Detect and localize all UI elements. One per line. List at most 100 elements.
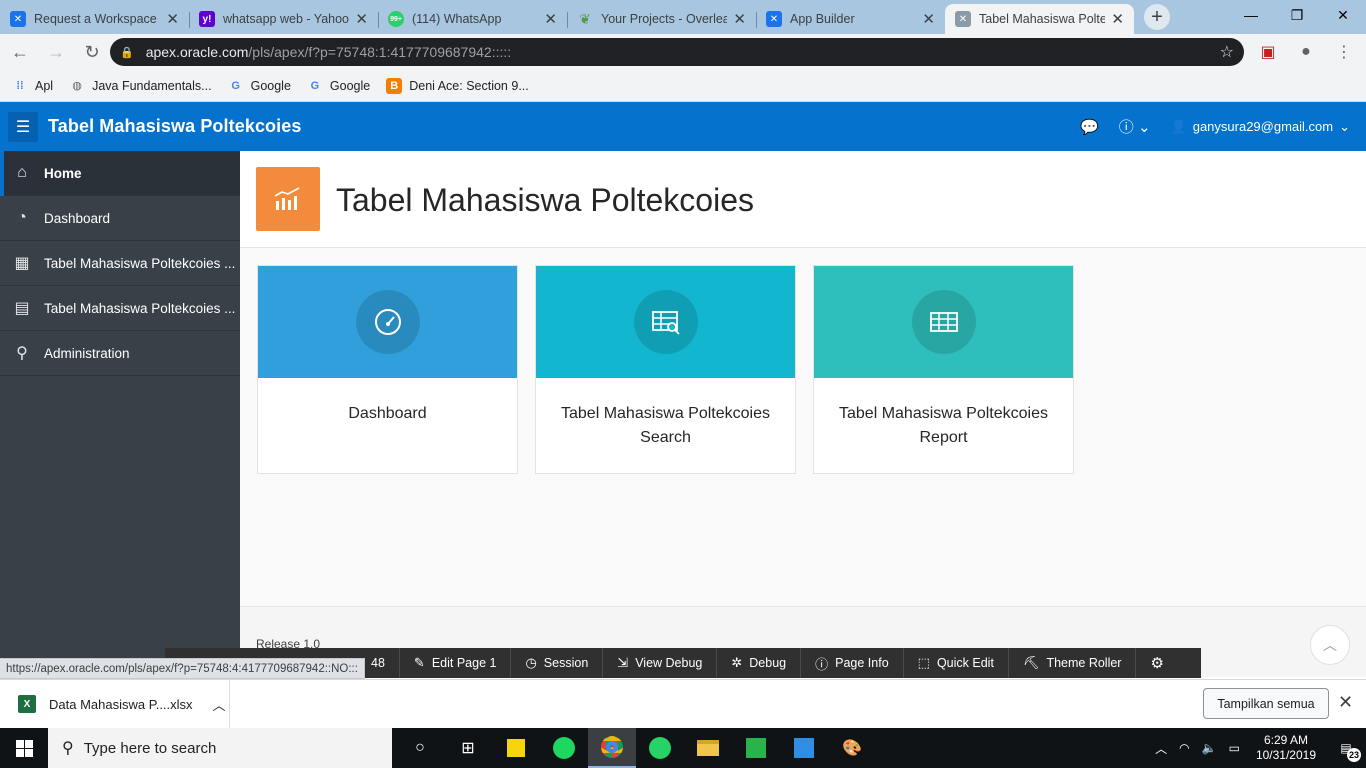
close-icon[interactable]: ✕ [166,10,179,28]
app-title[interactable]: Tabel Mahasiswa Poltekcoies [48,116,301,137]
menu-toggle-button[interactable]: ☰ [8,111,38,142]
clock[interactable]: 6:29 AM 10/31/2019 [1256,733,1316,763]
bookmark-item[interactable]: G Google [307,78,371,94]
camtasia-icon[interactable] [732,728,780,768]
timeline-icon[interactable]: ⊞ [444,728,492,768]
file-explorer-icon[interactable] [684,728,732,768]
close-icon[interactable]: ✕ [544,10,557,28]
lock-icon: 🔒 [120,46,134,59]
browser-tab-active[interactable]: ✕ Tabel Mahasiswa Poltek ✕ [945,4,1134,34]
clock-time: 6:29 AM [1263,733,1308,747]
card-report[interactable]: Tabel Mahasiswa Poltekcoies Report [813,265,1074,474]
new-tab-button[interactable]: + [1144,4,1170,30]
quick-edit-button[interactable]: ⬚ Quick Edit [902,648,1008,678]
paint-roller-icon: ⛏ [1022,655,1040,670]
theme-roller-button[interactable]: ⛏ Theme Roller [1007,648,1136,678]
reload-button[interactable]: ↻ [76,36,108,68]
dev-label: Edit Page 1 [431,656,497,670]
sidebar-item-administration[interactable]: ⚲ Administration [0,331,240,376]
volume-icon[interactable]: 🔈 [1202,741,1217,755]
session-button[interactable]: ◷ Session [510,648,602,678]
browser-tab[interactable]: 99+ (114) WhatsApp ✕ [378,4,567,34]
bookmark-item[interactable]: ◍ Java Fundamentals... [69,78,211,94]
wifi-icon[interactable]: ◠ [1179,741,1189,755]
card-search[interactable]: Tabel Mahasiswa Poltekcoies Search [535,265,796,474]
bookmark-item[interactable]: B Deni Ace: Section 9... [386,77,529,94]
notification-center-icon[interactable]: ▤ 23 [1326,728,1366,768]
clock-date: 10/31/2019 [1255,748,1316,762]
sidebar-item-label: Tabel Mahasiswa Poltekcoies ... [44,300,236,316]
restore-icon[interactable]: ❐ [1274,0,1320,30]
task-view-icon[interactable]: ○ [396,728,444,768]
feedback-icon[interactable]: 💬 [1080,118,1099,136]
close-window-icon[interactable]: ✕ [1320,0,1366,30]
close-icon[interactable]: ✕ [1111,10,1124,28]
sidebar-item-home[interactable]: ⌂ Home [0,151,240,196]
bookmark-label: Deni Ace: Section 9... [409,78,529,93]
windows-start-icon[interactable] [0,728,48,768]
status-url-bubble: https://apex.oracle.com/pls/apex/f?p=757… [0,658,365,679]
close-icon[interactable]: ✕ [733,10,746,28]
close-icon[interactable]: ✕ [355,10,368,28]
debug-button[interactable]: ✲ Debug [716,648,800,678]
menu-icon[interactable]: ⋮ [1328,36,1360,68]
address-bar[interactable]: 🔒 apex.oracle.com/pls/apex/f?p=75748:1:4… [110,38,1244,66]
view-debug-button[interactable]: ⇲ View Debug [602,648,716,678]
minimize-icon[interactable]: — [1228,0,1274,30]
extension-icon[interactable]: ▣ [1252,36,1284,68]
bookmark-item[interactable]: ⁞⁞ Apl [12,78,53,94]
chevron-up-icon[interactable]: ︿ [1155,740,1167,757]
browser-tab[interactable]: ✕ App Builder ✕ [756,4,945,34]
clock-icon: ◷ [525,655,537,670]
card-dashboard[interactable]: Dashboard [257,265,518,474]
battery-icon[interactable]: ▭ [1229,741,1240,755]
extensions-area: ▣ ● ⋮ [1252,34,1366,70]
back-button[interactable]: ← [4,36,36,68]
table-search-icon [633,290,698,354]
search-placeholder: Type here to search [83,739,217,757]
browser-toolbar: ← → ↻ 🔒 apex.oracle.com/pls/apex/f?p=757… [0,34,1366,70]
sidebar-item-label: Home [44,165,82,181]
dev-label: View Debug [635,656,703,670]
browser-tab[interactable]: ✕ Request a Workspace - ✕ [0,4,189,34]
tab-title: Your Projects - Overleaf [601,12,728,26]
browser-tab[interactable]: ❦ Your Projects - Overleaf ✕ [567,4,756,34]
page-info-button[interactable]: ⓘ Page Info [800,648,903,678]
home-icon: ⌂ [17,164,27,181]
user-email: ganysura29@gmail.com [1192,119,1334,134]
whatsapp-icon[interactable] [636,728,684,768]
chevron-up-icon: ︿ [1323,637,1337,653]
chrome-icon[interactable] [588,728,636,768]
url-path: /pls/apex/f?p=75748:1:4177709687942::::: [248,44,512,60]
spotify-icon[interactable] [540,728,588,768]
bookmark-item[interactable]: G Google [228,78,291,94]
paint-icon[interactable]: 🎨 [828,728,876,768]
sidebar-item-report[interactable]: ▤ Tabel Mahasiswa Poltekcoies ... [0,286,240,331]
download-item[interactable]: X Data Mahasiswa P....xlsx ︿ [0,680,230,728]
show-all-button[interactable]: Tampilkan semua [1203,688,1329,719]
bookmark-label: Google [329,78,371,93]
edit-page-button[interactable]: ✎ Edit Page 1 [398,648,511,678]
page-title: Tabel Mahasiswa Poltekcoies [336,182,754,218]
chevron-up-icon[interactable]: ︿ [213,695,226,714]
forward-button[interactable]: → [40,36,72,68]
user-menu[interactable]: 👤 ganysura29@gmail.com ⌄ [1171,119,1350,135]
close-icon[interactable]: ✕ [1338,692,1353,713]
tab-title: (114) WhatsApp [412,12,502,26]
apex-logo-icon: ✕ [10,11,26,27]
star-icon[interactable]: ☆ [1220,42,1234,62]
main-content: Tabel Mahasiswa Poltekcoies Dashboard Ta… [240,151,1366,677]
taskbar-search-input[interactable]: ⚲ Type here to search [48,728,392,768]
word-icon[interactable] [780,728,828,768]
settings-button[interactable]: ⚙ [1135,648,1177,678]
scroll-top-button[interactable]: ︿ [1310,625,1350,665]
sidebar-item-search[interactable]: ▦ Tabel Mahasiswa Poltekcoies ... [0,241,240,286]
help-icon[interactable]: ⓘ ⌄ [1119,116,1151,137]
profile-avatar[interactable]: ● [1290,36,1322,68]
sticky-notes-icon[interactable] [492,728,540,768]
sidebar-item-dashboard[interactable]: ◔ Dashboard [0,196,240,241]
close-icon[interactable]: ✕ [922,10,935,28]
card-label: Dashboard [348,405,427,422]
edit-icon: ✎ [413,655,425,670]
browser-tab[interactable]: y! whatsapp web - Yahoo ✕ [189,4,378,34]
